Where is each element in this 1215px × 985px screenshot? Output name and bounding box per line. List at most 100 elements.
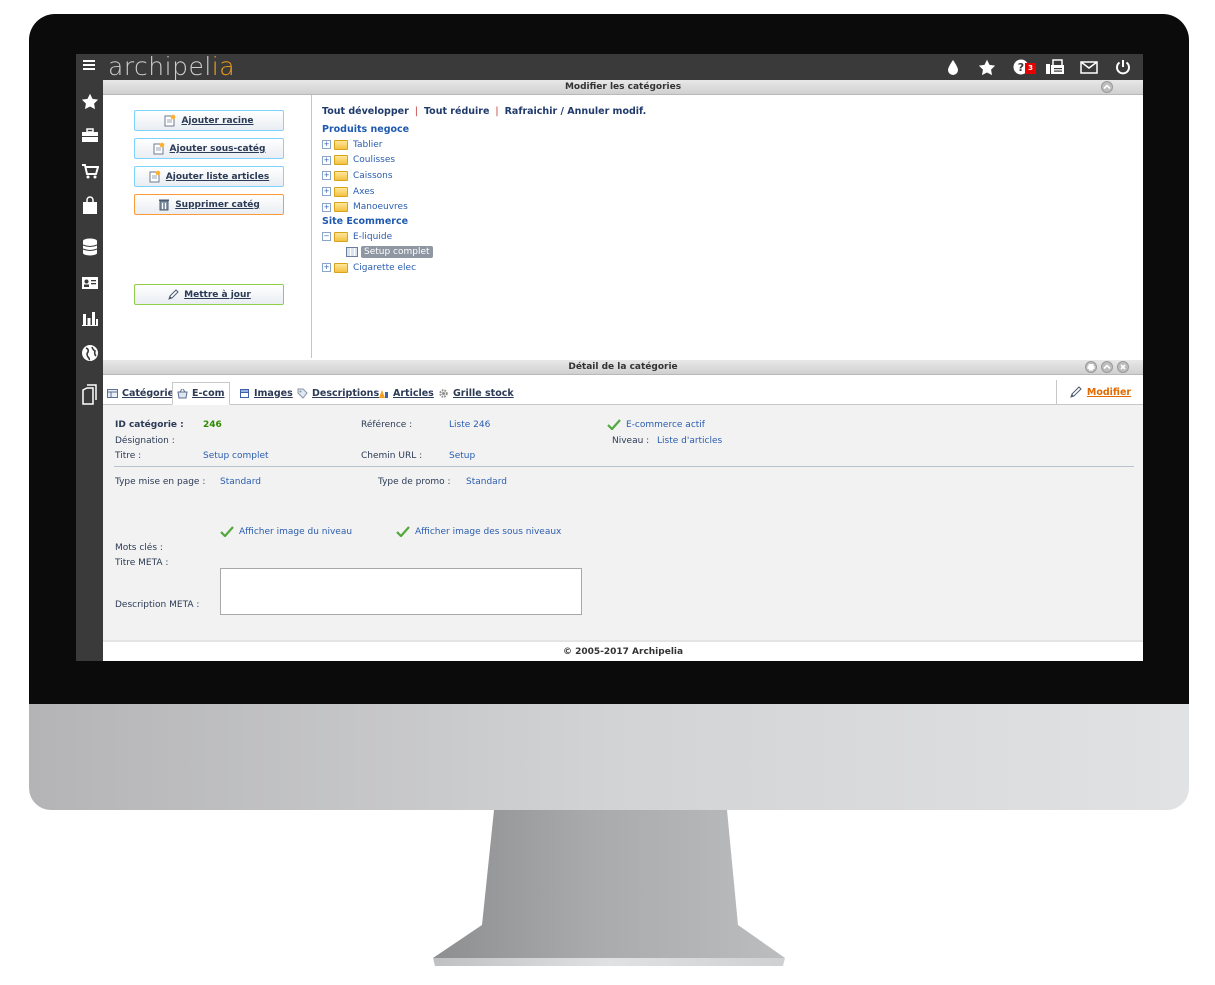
expand-icon[interactable]: + [322, 263, 331, 273]
sidebar [76, 80, 103, 661]
type-promo-value: Standard [466, 477, 507, 487]
new-document-icon [149, 170, 161, 183]
meta-description-textarea[interactable] [220, 568, 582, 615]
basket-icon [177, 388, 188, 399]
checkmark-icon [220, 526, 234, 537]
collapse-icon[interactable] [1101, 81, 1113, 93]
shopping-bag-icon[interactable] [80, 196, 99, 215]
logo-text: archipel [108, 54, 212, 81]
expand-all-link[interactable]: Tout développer [322, 106, 409, 117]
add-root-button[interactable]: Ajouter racine [134, 110, 284, 131]
tab-label: Descriptions [312, 387, 380, 399]
update-button[interactable]: Mettre à jour [134, 284, 284, 305]
tab-grille-stock[interactable]: Grille stock [438, 383, 514, 403]
delete-category-button[interactable]: Supprimer catég [134, 194, 284, 215]
refresh-link[interactable]: Rafraichir / Annuler modif. [505, 106, 647, 117]
tab-label: Grille stock [453, 387, 514, 399]
tab-e-com[interactable]: E-com [172, 382, 230, 405]
gear-icon [439, 388, 448, 398]
tree-node[interactable]: + Caissons [322, 168, 1122, 184]
tab-descriptions[interactable]: Descriptions [297, 383, 379, 403]
collapse-all-link[interactable]: Tout réduire [424, 106, 489, 117]
tree-node[interactable]: + Tablier [322, 137, 1122, 153]
tree-root-site-ecommerce[interactable]: Site Ecommerce [322, 216, 1122, 227]
collapse-icon[interactable] [1101, 361, 1113, 373]
help-icon[interactable]: ? 3 [1011, 57, 1036, 77]
add-subcategory-button[interactable]: Ajouter sous-catég [134, 138, 284, 159]
expand-icon[interactable]: + [322, 202, 331, 212]
collapse-node-icon[interactable]: − [322, 232, 331, 242]
tree-node[interactable]: − E-liquide [322, 229, 1122, 245]
add-article-list-label: Ajouter liste articles [165, 171, 270, 182]
power-icon[interactable] [1113, 57, 1133, 77]
detail-panel-header: Détail de la catégorie [103, 360, 1143, 375]
svg-text:?: ? [1018, 61, 1024, 74]
update-label: Mettre à jour [184, 289, 251, 300]
pencil-icon [1070, 386, 1082, 398]
tree-node-label: Cigarette elec [353, 262, 417, 273]
star-icon[interactable] [977, 57, 997, 77]
tab-label: Catégorie [122, 387, 175, 399]
titre-label: Titre : [115, 451, 142, 461]
add-root-label: Ajouter racine [181, 115, 254, 126]
help-badge: 3 [1025, 63, 1036, 74]
articles-icon [379, 389, 388, 398]
tree-node-label: Caissons [353, 170, 393, 181]
contact-card-icon[interactable] [80, 273, 99, 292]
titre-value: Setup complet [203, 451, 269, 461]
bar-chart-icon[interactable] [80, 308, 99, 327]
database-icon[interactable] [80, 237, 99, 256]
tree-node[interactable]: + Manoeuvres [322, 199, 1122, 215]
detail-panel-title: Détail de la catégorie [568, 362, 678, 372]
modify-button[interactable]: Modifier [1056, 380, 1143, 404]
close-icon[interactable] [1117, 361, 1129, 373]
tree-node[interactable]: + Cigarette elec [322, 260, 1122, 276]
modify-label: Modifier [1086, 386, 1132, 398]
meta-title-label: Titre META : [115, 558, 169, 568]
fax-icon[interactable] [1045, 57, 1065, 77]
tree-root-produits-negoce[interactable]: Produits negoce [322, 124, 1122, 135]
star-icon[interactable] [80, 92, 99, 111]
tree-node[interactable]: + Axes [322, 184, 1122, 200]
mail-icon[interactable] [1079, 57, 1099, 77]
tab-categorie[interactable]: Catégorie [107, 383, 174, 403]
hamburger-menu-icon[interactable] [82, 58, 98, 74]
tab-label: Articles [393, 387, 434, 399]
top-bar: archipelia ? 3 [76, 54, 1143, 81]
divider [114, 466, 1134, 467]
expand-icon[interactable]: + [322, 171, 331, 181]
app-logo[interactable]: archipelia [108, 54, 235, 81]
tree-node[interactable]: + Coulisses [322, 153, 1122, 169]
image-icon [240, 388, 249, 398]
tab-articles[interactable]: Articles [378, 383, 434, 403]
tab-label: Images [254, 387, 293, 399]
trash-icon [159, 199, 170, 211]
show-sublevel-image-label: Afficher image des sous niveaux [415, 527, 562, 537]
separator: | [495, 106, 499, 117]
add-article-list-button[interactable]: Ajouter liste articles [134, 166, 284, 187]
expand-icon[interactable]: + [322, 140, 331, 150]
monitor-chin [29, 704, 1189, 810]
briefcase-icon[interactable] [80, 126, 99, 145]
expand-icon[interactable]: + [322, 187, 331, 197]
tab-images[interactable]: Images [239, 383, 293, 403]
copyright: © 2005-2017 Archipelia [562, 647, 684, 657]
add-subcategory-label: Ajouter sous-catég [169, 143, 266, 154]
checkmark-icon [607, 419, 621, 430]
tab-label: E-com [192, 388, 225, 399]
meta-description-label: Description META : [115, 600, 200, 610]
new-document-icon [153, 142, 164, 155]
globe-icon[interactable] [80, 343, 99, 362]
folder-icon [334, 262, 348, 273]
niveau-value: Liste d'articles [657, 436, 723, 446]
print-icon[interactable] [1085, 361, 1097, 373]
cart-icon[interactable] [80, 161, 99, 180]
drop-icon[interactable] [943, 57, 963, 77]
expand-icon[interactable]: + [322, 155, 331, 165]
tree-node-label: Axes [353, 186, 375, 197]
pencil-icon [168, 289, 179, 300]
copy-icon[interactable] [80, 383, 99, 407]
selected-leaf-label: Setup complet [361, 246, 433, 259]
logo-accent: ia [211, 54, 236, 81]
tree-leaf-selected[interactable]: Setup complet [322, 245, 1122, 261]
